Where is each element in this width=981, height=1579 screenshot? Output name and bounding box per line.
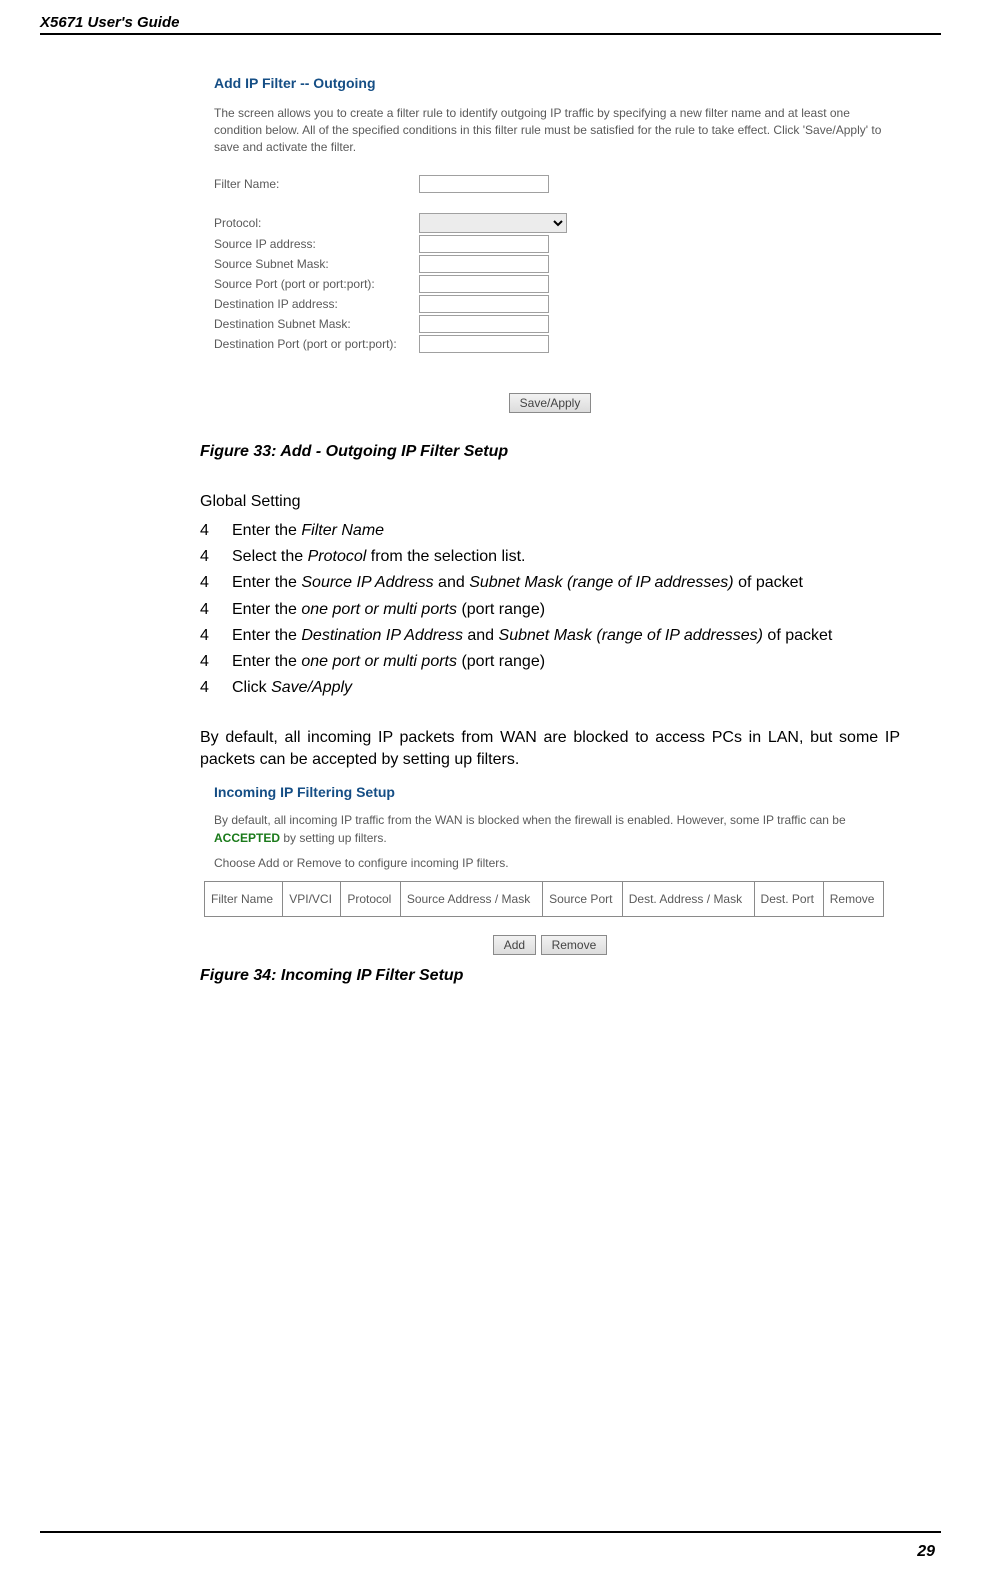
select-protocol[interactable] [419,213,567,233]
input-source-port[interactable] [419,275,549,293]
input-dest-mask[interactable] [419,315,549,333]
step-text: Enter the one port or multi ports (port … [232,598,900,621]
remove-button[interactable]: Remove [541,935,608,955]
col-dest-addr: Dest. Address / Mask [622,881,754,916]
screenshot-incoming-filter: Incoming IP Filtering Setup By default, … [200,784,900,954]
step-number: 4 [200,598,232,621]
table-header-row: Filter Name VPI/VCI Protocol Source Addr… [205,881,884,916]
running-title: X5671 User's Guide [40,0,941,33]
row-protocol: Protocol: [214,213,900,233]
label-dest-ip: Destination IP address: [214,297,419,311]
label-dest-mask: Destination Subnet Mask: [214,317,419,331]
row-source-ip: Source IP address: [214,235,900,253]
step-number: 4 [200,545,232,568]
col-source-port: Source Port [543,881,623,916]
step-text: Enter the one port or multi ports (port … [232,650,900,673]
row-filter-name: Filter Name: [214,175,900,193]
list-item: 4 Enter the one port or multi ports (por… [200,598,900,621]
list-item: 4 Select the Protocol from the selection… [200,545,900,568]
footer-rule [40,1531,941,1533]
dialog-description: The screen allows you to create a filter… [214,105,886,155]
col-dest-port: Dest. Port [754,881,823,916]
row-dest-mask: Destination Subnet Mask: [214,315,900,333]
main-content: Add IP Filter -- Outgoing The screen all… [200,75,900,985]
header-rule [40,33,941,35]
button-row: Save/Apply [200,393,900,413]
step-number: 4 [200,519,232,542]
input-filter-name[interactable] [419,175,549,193]
steps-list: 4 Enter the Filter Name 4 Select the Pro… [200,519,900,699]
label-filter-name: Filter Name: [214,177,419,191]
global-setting-heading: Global Setting [200,491,900,513]
step-text: Enter the Filter Name [232,519,900,542]
step-number: 4 [200,650,232,673]
col-protocol: Protocol [341,881,400,916]
step-number: 4 [200,624,232,647]
col-remove: Remove [823,881,883,916]
col-source-addr: Source Address / Mask [400,881,542,916]
label-source-mask: Source Subnet Mask: [214,257,419,271]
input-source-mask[interactable] [419,255,549,273]
step-number: 4 [200,571,232,594]
col-filter-name: Filter Name [205,881,283,916]
step-text: Enter the Destination IP Address and Sub… [232,624,900,647]
row-dest-port: Destination Port (port or port:port): [214,335,900,353]
label-protocol: Protocol: [214,216,419,230]
dialog-description: By default, all incoming IP traffic from… [214,812,886,847]
button-row: Add Remove [200,935,900,955]
save-apply-button[interactable]: Save/Apply [509,393,592,413]
dialog-title: Add IP Filter -- Outgoing [214,75,900,91]
row-source-mask: Source Subnet Mask: [214,255,900,273]
input-source-ip[interactable] [419,235,549,253]
list-item: 4 Click Save/Apply [200,676,900,699]
list-item: 4 Enter the Source IP Address and Subnet… [200,571,900,594]
label-dest-port: Destination Port (port or port:port): [214,337,419,351]
figure-33-caption: Figure 33: Add - Outgoing IP Filter Setu… [200,443,900,461]
step-text: Click Save/Apply [232,676,900,699]
accepted-text: ACCEPTED [214,831,280,845]
list-item: 4 Enter the Filter Name [200,519,900,542]
col-vpi-vci: VPI/VCI [283,881,341,916]
incoming-intro-paragraph: By default, all incoming IP packets from… [200,727,900,770]
list-item: 4 Enter the Destination IP Address and S… [200,624,900,647]
filter-table: Filter Name VPI/VCI Protocol Source Addr… [204,881,884,917]
step-number: 4 [200,676,232,699]
page-number: 29 [917,1543,935,1561]
input-dest-ip[interactable] [419,295,549,313]
input-dest-port[interactable] [419,335,549,353]
step-text: Enter the Source IP Address and Subnet M… [232,571,900,594]
label-source-ip: Source IP address: [214,237,419,251]
add-button[interactable]: Add [493,935,536,955]
row-source-port: Source Port (port or port:port): [214,275,900,293]
step-text: Select the Protocol from the selection l… [232,545,900,568]
dialog-title: Incoming IP Filtering Setup [214,784,900,800]
list-item: 4 Enter the one port or multi ports (por… [200,650,900,673]
screenshot-add-outgoing-filter: Add IP Filter -- Outgoing The screen all… [200,75,900,413]
row-dest-ip: Destination IP address: [214,295,900,313]
dialog-description-2: Choose Add or Remove to configure incomi… [214,855,886,872]
label-source-port: Source Port (port or port:port): [214,277,419,291]
figure-34-caption: Figure 34: Incoming IP Filter Setup [200,967,900,985]
